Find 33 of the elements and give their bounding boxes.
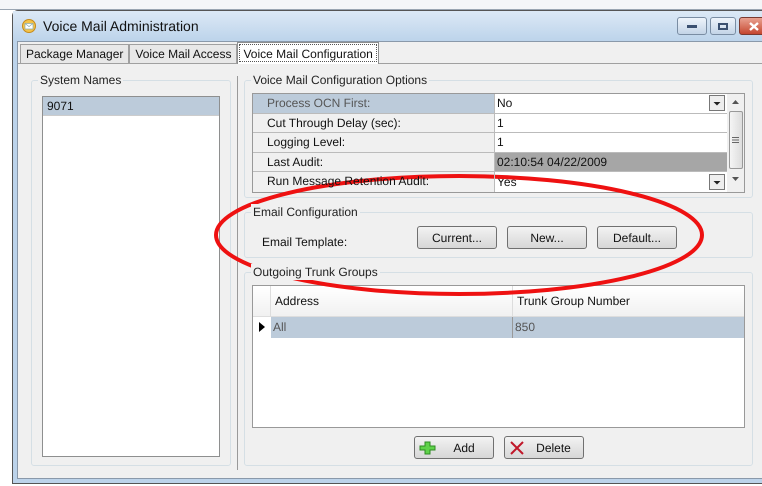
envelope-icon: [21, 18, 37, 34]
tab[interactable]: Voice Mail Access: [129, 44, 238, 63]
add-button[interactable]: Add: [414, 436, 494, 459]
cross-icon: [508, 440, 524, 454]
column-header[interactable]: Address: [271, 286, 513, 316]
delete-button[interactable]: Delete: [504, 436, 584, 459]
row-pointer-icon: [259, 322, 265, 332]
grip-icon: [732, 137, 739, 143]
group-title: Outgoing Trunk Groups: [251, 264, 380, 280]
scrollbar-thumb[interactable]: [728, 111, 742, 169]
table-cell: All: [271, 316, 513, 338]
table-cell-text: 850: [514, 318, 536, 336]
maximize-button[interactable]: [710, 17, 736, 35]
list-item[interactable]: 9071: [43, 97, 219, 116]
group-title: Email Configuration: [251, 204, 360, 220]
tab[interactable]: Package Manager: [20, 44, 130, 63]
property-label[interactable]: Process OCN First:: [253, 94, 495, 113]
minimize-button[interactable]: [677, 17, 707, 35]
plus-icon: [418, 440, 436, 454]
email-template-label: Email Template:: [262, 234, 348, 251]
window-title: Voice Mail Administration: [43, 16, 199, 36]
tab[interactable]: Voice Mail Configuration: [237, 42, 379, 64]
close-icon: [749, 22, 759, 30]
template-button[interactable]: New...: [507, 226, 587, 250]
property-value[interactable]: 1: [495, 114, 727, 132]
template-button[interactable]: Current...: [417, 226, 497, 250]
property-value: 02:10:54 04/22/2009: [495, 152, 727, 172]
property-value[interactable]: No: [495, 94, 727, 113]
column-header[interactable]: Trunk Group Number: [513, 286, 744, 316]
group-title: Voice Mail Configuration Options: [251, 72, 430, 88]
property-value[interactable]: 1: [495, 133, 727, 152]
close-button[interactable]: [739, 17, 762, 35]
template-button[interactable]: Default...: [597, 226, 677, 250]
